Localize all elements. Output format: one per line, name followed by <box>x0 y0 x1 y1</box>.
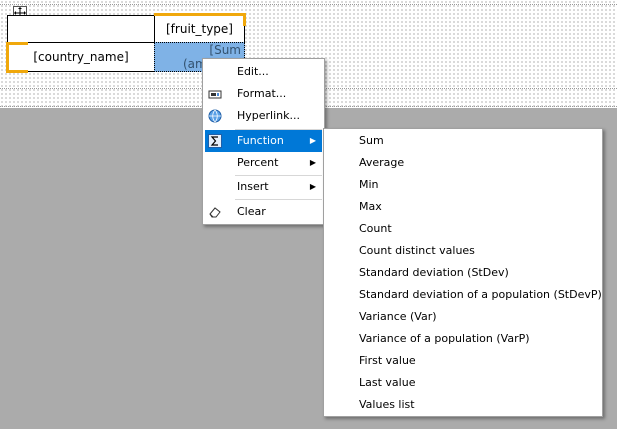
menu-item-percent[interactable]: Percent ▶ <box>205 152 322 174</box>
corner-cell[interactable] <box>7 15 155 43</box>
submenu-item-min[interactable]: Min <box>359 174 379 196</box>
selection-marker <box>154 13 245 16</box>
submenu-item-stdev[interactable]: Standard deviation (StDev) <box>359 262 509 284</box>
submenu-item-var[interactable]: Variance (Var) <box>359 306 437 328</box>
submenu-item-stdevp[interactable]: Standard deviation of a population (StDe… <box>359 284 602 306</box>
selection-marker <box>243 13 246 26</box>
submenu-item-first-value[interactable]: First value <box>359 350 416 372</box>
menu-item-label: Hyperlink... <box>237 109 300 122</box>
menu-item-hyperlink[interactable]: Hyperlink... <box>205 105 322 127</box>
menu-item-clear[interactable]: Clear <box>205 201 322 223</box>
menu-item-format[interactable]: Format... <box>205 83 322 105</box>
submenu-item-count-distinct[interactable]: Count distinct values <box>359 240 475 262</box>
sigma-icon <box>208 134 222 148</box>
submenu-arrow-icon: ▶ <box>309 182 316 191</box>
selection-marker <box>6 70 28 73</box>
menu-item-label: Edit... <box>237 65 269 78</box>
submenu-item-count[interactable]: Count <box>359 218 392 240</box>
context-menu: Edit... Format... Hyperlink... Function … <box>202 58 325 225</box>
selection-marker <box>6 42 28 45</box>
menu-item-label: Function <box>237 134 284 147</box>
menu-item-label: Clear <box>237 205 266 218</box>
column-header-cell[interactable]: [fruit_type] <box>154 15 245 43</box>
menu-item-function[interactable]: Function ▶ <box>205 130 322 152</box>
eraser-icon <box>208 205 222 219</box>
format-icon <box>208 87 222 101</box>
submenu-arrow-icon: ▶ <box>309 158 316 167</box>
submenu-item-last-value[interactable]: Last value <box>359 372 415 394</box>
menu-item-edit[interactable]: Edit... <box>205 61 322 83</box>
selection-marker <box>6 42 9 72</box>
menu-item-label: Percent <box>237 156 279 169</box>
submenu-item-varp[interactable]: Variance of a population (VarP) <box>359 328 530 350</box>
submenu-item-values-list[interactable]: Values list <box>359 394 415 416</box>
data-cell-line1: [Sum <box>209 43 241 57</box>
menu-item-label: Format... <box>237 87 287 100</box>
band-top-border <box>0 4 617 5</box>
function-submenu: Sum Average Min Max Count Count distinct… <box>323 128 603 417</box>
submenu-item-max[interactable]: Max <box>359 196 382 218</box>
submenu-arrow-icon: ▶ <box>309 136 316 145</box>
submenu-item-sum[interactable]: Sum <box>359 130 384 152</box>
row-header-cell[interactable]: [country_name] <box>7 42 155 72</box>
menu-item-label: Insert <box>237 180 269 193</box>
menu-separator <box>235 199 322 200</box>
menu-item-insert[interactable]: Insert ▶ <box>205 176 322 198</box>
hyperlink-globe-icon <box>208 109 222 123</box>
submenu-item-average[interactable]: Average <box>359 152 404 174</box>
